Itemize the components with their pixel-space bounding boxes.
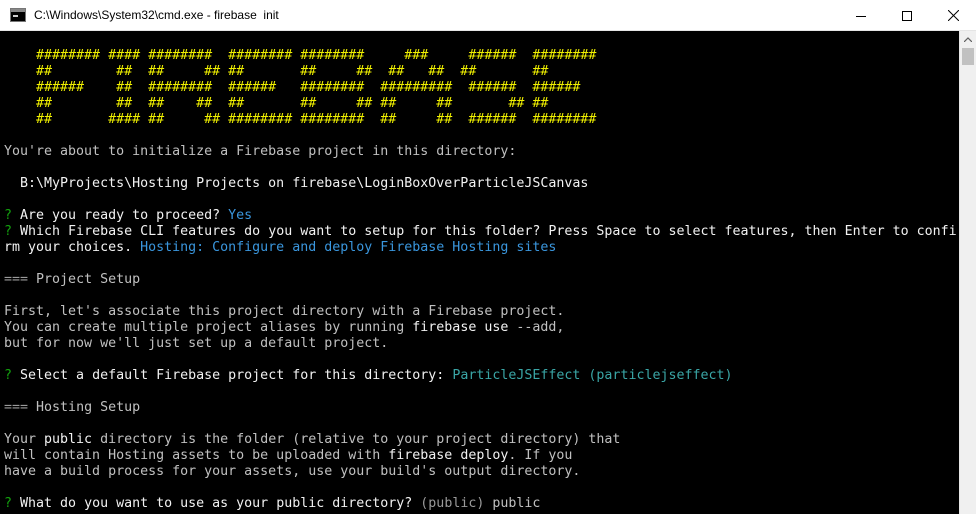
question-text: Which Firebase CLI features do you want … — [12, 224, 957, 239]
info-segment: --add, — [508, 320, 565, 335]
cmd-icon[interactable] — [10, 8, 26, 22]
info-segment: You can create multiple project aliases … — [4, 320, 413, 335]
section-prefix: === — [4, 400, 29, 415]
banner-line: ## #### ## ## ######## ######## ## ## ##… — [4, 112, 597, 127]
scroll-up-button[interactable] — [960, 31, 976, 48]
info-text: but for now we'll just set up a default … — [4, 336, 389, 351]
info-text: have a build process for your assets, us… — [4, 464, 581, 479]
section-project-setup: === Project Setup — [4, 272, 140, 288]
section-prefix: === — [4, 272, 29, 287]
close-button[interactable] — [930, 0, 976, 31]
question-text: Select a default Firebase project for th… — [12, 368, 453, 383]
info-segment: Your — [4, 432, 45, 447]
scroll-thumb[interactable] — [962, 48, 974, 65]
intro-text: You're about to initialize a Firebase pr… — [4, 144, 517, 159]
answer-text: Hosting: Configure and deploy Firebase H… — [140, 240, 557, 255]
info-segment: . If you — [508, 448, 573, 463]
question-mark-icon: ? — [4, 496, 13, 511]
default-value: (public) — [420, 496, 485, 511]
question-text: Are you ready to proceed? — [12, 208, 229, 223]
banner-line: ######## #### ######## ######## ########… — [4, 48, 597, 63]
question-mark-icon: ? — [4, 224, 13, 239]
answer-text: Yes — [228, 208, 253, 223]
minimize-icon — [856, 15, 866, 17]
vertical-scrollbar[interactable] — [959, 31, 976, 514]
close-icon — [947, 10, 959, 21]
info-text: You can create multiple project aliases … — [4, 320, 564, 336]
command-text: firebase use — [412, 320, 509, 335]
info-text: Your public directory is the folder (rel… — [4, 432, 620, 448]
question-text: rm your choices. — [4, 240, 141, 255]
answer-text: ParticleJSEffect (particlejseffect) — [452, 368, 733, 383]
question-features: ? Which Firebase CLI features do you wan… — [4, 224, 957, 240]
question-public-dir[interactable]: ? What do you want to use as your public… — [4, 496, 540, 512]
info-segment: will contain Hosting assets to be upload… — [4, 448, 389, 463]
section-hosting-setup: === Hosting Setup — [4, 400, 140, 416]
info-text: First, let's associate this project dire… — [4, 304, 565, 319]
emphasis-text: public — [44, 432, 93, 447]
info-segment: directory is the folder (relative to you… — [92, 432, 621, 447]
command-text: firebase deploy — [388, 448, 509, 463]
window-title: C:\Windows\System32\cmd.exe - firebase i… — [34, 8, 279, 22]
directory-path: B:\MyProjects\Hosting Projects on fireba… — [4, 176, 589, 191]
minimize-button[interactable] — [838, 0, 884, 31]
banner-line: ###### ## ######## ###### ######## #####… — [4, 80, 581, 95]
maximize-button[interactable] — [884, 0, 930, 31]
question-text: What do you want to use as your public d… — [12, 496, 421, 511]
question-mark-icon: ? — [4, 208, 13, 223]
title-bar[interactable]: C:\Windows\System32\cmd.exe - firebase i… — [0, 0, 976, 31]
console-output[interactable]: ######## #### ######## ######## ########… — [0, 31, 959, 514]
question-features-cont: rm your choices. Hosting: Configure and … — [4, 240, 556, 256]
banner-line: ## ## ## ## ## ## ## ## ## ## ## — [4, 64, 549, 79]
info-text: will contain Hosting assets to be upload… — [4, 448, 572, 464]
maximize-icon — [902, 10, 912, 21]
question-project: ? Select a default Firebase project for … — [4, 368, 733, 384]
scroll-up-arrow-icon — [964, 37, 972, 42]
banner-line: ## ## ## ## ## ## ## ## ## ## ## — [4, 96, 549, 111]
section-label: Project Setup — [28, 272, 141, 287]
question-proceed: ? Are you ready to proceed? Yes — [4, 208, 252, 224]
cmd-window: C:\Windows\System32\cmd.exe - firebase i… — [0, 0, 976, 514]
input-value[interactable]: public — [484, 496, 540, 511]
question-mark-icon: ? — [4, 368, 13, 383]
section-label: Hosting Setup — [28, 400, 141, 415]
